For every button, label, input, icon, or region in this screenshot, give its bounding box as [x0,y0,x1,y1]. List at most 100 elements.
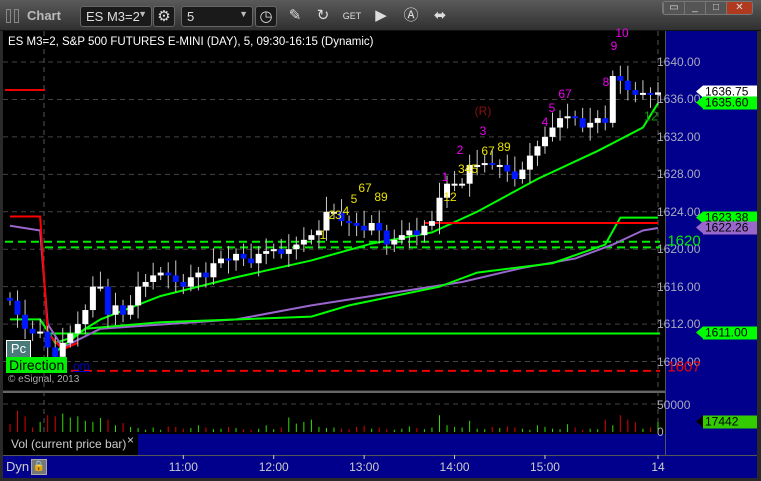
candle-down [383,230,390,245]
candle-down [172,275,179,282]
candle-down [202,272,209,278]
candle-up [59,342,66,357]
candle-up [255,253,262,264]
chart-svg [3,31,665,459]
annotation: 4 [541,115,549,129]
price-tick: 1616.00 [657,279,701,294]
candle-down [602,118,609,123]
volume-current-tag: 17442 [696,415,757,429]
candle-down [278,249,285,254]
chart-header: ES M3=2, S&P 500 FUTURES E-MINI (DAY), 5… [8,36,374,48]
annotation: 8 [602,75,610,89]
candle-up [157,272,164,276]
annotation: 5 [548,101,556,115]
level-1607-label: 1607 [667,358,701,376]
candle-down [353,222,360,226]
candle-down [504,164,511,172]
candle-up [263,251,270,254]
candle-up [233,253,240,261]
candle-down [579,118,586,128]
annotation: 89 [497,140,511,154]
volume-tick: 50000 [657,398,691,412]
candle-down [52,347,59,357]
time-tick: 11:00 [168,460,198,474]
candle-up [594,118,601,123]
candle-up [609,76,616,123]
price-tick: 1636.00 [657,92,701,107]
candle-up [195,272,202,278]
candle-up [112,305,119,315]
candle-up [534,146,541,156]
candle-up [436,197,443,222]
candle-down [248,258,255,264]
candle-down [240,253,247,259]
annotation: 345 [457,162,479,176]
annotation: 23 [328,208,342,222]
candle-up [459,183,466,186]
time-tick: 14 [651,460,665,474]
time-tick: 12:00 [258,460,289,474]
annotation: (R) [474,104,492,118]
time-tick: 14:00 [439,460,470,474]
candle-up [308,235,315,240]
candle-down [7,297,13,301]
direction-label[interactable]: Direction [6,357,68,373]
candle-up [564,116,571,119]
candle-up [496,164,503,167]
annotation: 89 [374,190,388,204]
candle-down [511,171,518,179]
candle-up [421,225,428,236]
om-link[interactable]: om [73,359,90,373]
candle-down [14,300,21,315]
candle-up [391,239,398,245]
price-tick: 1624.00 [657,204,701,219]
candle-down [647,92,654,95]
candle-up [142,281,149,287]
candle-up [293,244,300,250]
candle-up [549,127,556,137]
candle-up [300,239,307,245]
candle-up [519,169,526,179]
annotation: 67 [481,144,495,158]
candle-up [150,275,157,282]
candle-up [285,249,292,254]
candle-down [413,230,420,236]
candle-up [89,286,96,311]
candle-down [346,221,353,224]
annotation: 1 [319,228,327,242]
time-tick: 15:00 [529,460,560,474]
candle-down [632,90,639,95]
price-tick: 1632.00 [657,129,701,144]
candle-up [67,333,74,343]
candle-up [82,310,89,325]
candle-down [572,116,579,119]
candle-down [617,76,624,81]
candle-up [187,277,194,287]
candle-down [376,222,383,231]
candle-up [481,163,488,166]
candle-up [368,222,375,231]
level-1620-label: 1620 [667,232,701,250]
annotation: 12 [643,108,659,124]
price-tag: 1611.00 [696,326,757,340]
annotation: 67 [358,181,372,195]
candle-down [361,225,368,231]
price-tick: 1612.00 [657,317,701,332]
annotation: 1 [441,170,449,184]
candle-up [428,221,435,226]
candle-up [406,230,413,236]
candle-up [135,286,142,306]
candle-down [104,286,111,315]
time-tick: 13:00 [349,460,380,474]
candle-up [37,331,44,334]
candle-down [44,331,51,348]
price-tick: 1628.00 [657,167,701,182]
candle-up [127,305,134,315]
candle-down [22,314,29,329]
annotation: 67 [558,87,572,101]
pc-button[interactable]: Pc [6,340,31,358]
candle-down [225,258,232,261]
candle-up [541,136,548,147]
price-tick: 1640.00 [657,55,701,69]
annotation: 3 [479,124,487,138]
